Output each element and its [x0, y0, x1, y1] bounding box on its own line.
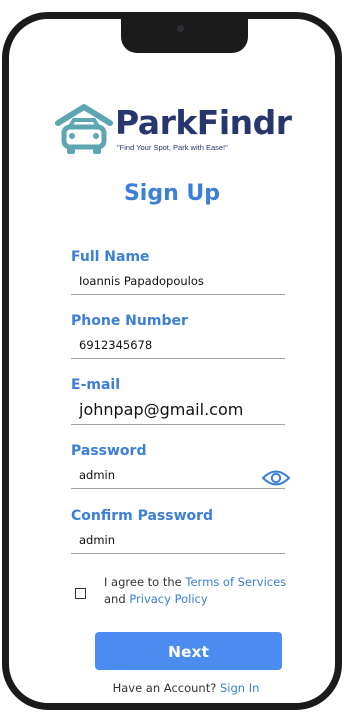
full-name-input[interactable] [71, 267, 285, 295]
brand-name: ParkFindr [115, 103, 292, 142]
phone-frame: ParkFindr "Find Your Spot, Park with Eas… [2, 12, 342, 710]
have-account-text: Have an Account? [112, 681, 217, 695]
privacy-link[interactable]: Privacy Policy [129, 592, 207, 606]
next-button[interactable]: Next [95, 632, 282, 670]
agree-checkbox[interactable] [75, 588, 86, 599]
email-label: E-mail [71, 377, 121, 393]
agree-prefix: I agree to the [104, 575, 186, 589]
phone-notch [121, 19, 248, 53]
app-logo: ParkFindr "Find Your Spot, Park with Eas… [55, 103, 315, 163]
signin-prompt: Have an Account? Sign In [9, 681, 335, 695]
password-input[interactable] [71, 461, 285, 489]
terms-link[interactable]: Terms of Services [185, 575, 286, 589]
phone-input[interactable] [71, 331, 285, 359]
password-group: Password [71, 441, 285, 489]
phone-group: Phone Number [71, 311, 285, 359]
eye-icon[interactable] [261, 468, 291, 488]
email-input[interactable] [71, 395, 285, 425]
terms-agreement: I agree to the Terms of Services and Priv… [75, 574, 315, 614]
page-title: Sign Up [123, 181, 221, 206]
confirm-password-input[interactable] [71, 526, 285, 554]
agree-text: I agree to the Terms of Services and Priv… [104, 574, 319, 608]
password-label: Password [71, 443, 147, 459]
full-name-group: Full Name [71, 247, 285, 295]
camera-icon [177, 25, 184, 32]
full-name-label: Full Name [71, 249, 150, 265]
agree-and: and [104, 592, 130, 606]
email-group: E-mail [71, 375, 285, 425]
signin-link[interactable]: Sign In [220, 681, 259, 695]
phone-label: Phone Number [71, 313, 188, 329]
brand-tagline: "Find Your Spot, Park with Ease!" [117, 143, 228, 152]
confirm-password-group: Confirm Password [71, 506, 285, 554]
parking-car-icon [55, 104, 113, 154]
confirm-password-label: Confirm Password [71, 508, 214, 524]
